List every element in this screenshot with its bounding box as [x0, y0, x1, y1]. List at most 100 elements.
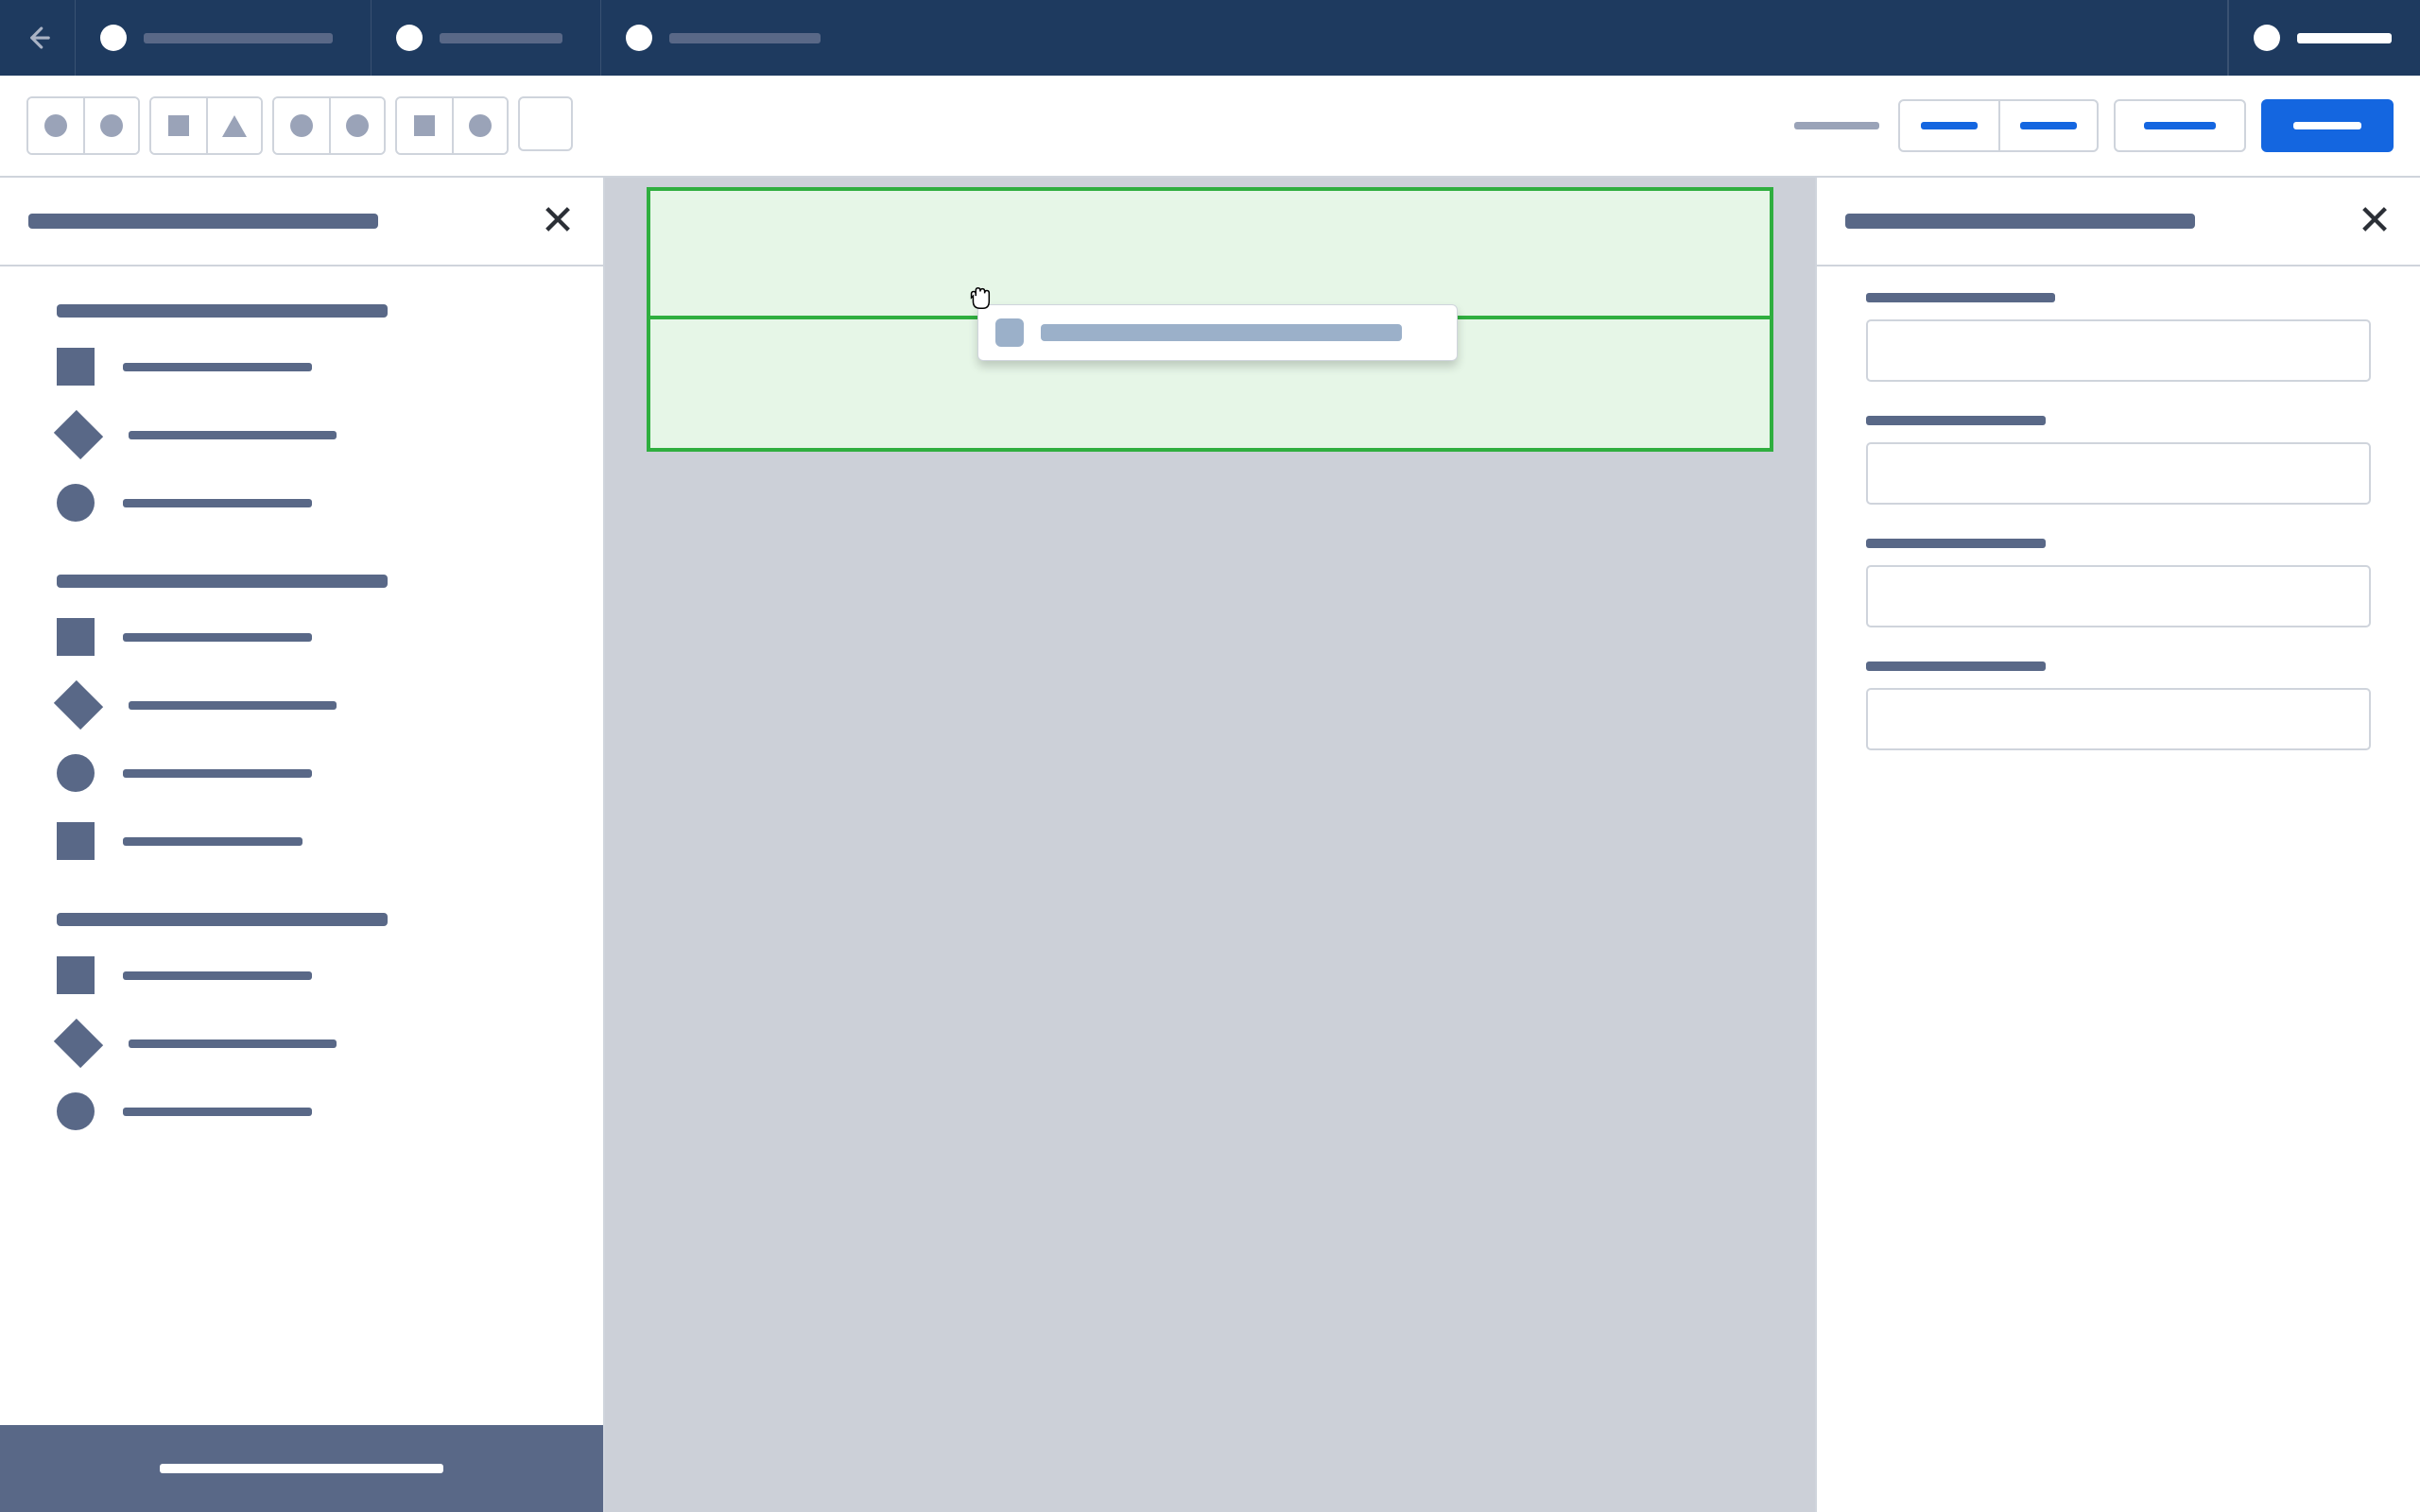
- component-item[interactable]: [57, 754, 554, 792]
- circle-icon: [346, 114, 369, 137]
- seg-label: [1921, 122, 1978, 129]
- footer-label: [160, 1464, 443, 1473]
- circle-icon: [57, 1092, 95, 1130]
- toolbar: [0, 76, 2420, 178]
- component-item[interactable]: [57, 416, 554, 454]
- property-field: [1866, 416, 2371, 505]
- seg-option-2[interactable]: [1998, 101, 2097, 150]
- tool-circle-1[interactable]: [28, 98, 83, 153]
- section-heading: [57, 304, 388, 318]
- component-label: [123, 499, 312, 507]
- square-icon: [414, 115, 435, 136]
- component-label: [1041, 324, 1402, 341]
- tab-status-icon: [626, 25, 652, 51]
- component-label: [123, 837, 302, 846]
- canvas[interactable]: [605, 178, 1815, 1512]
- component-label: [129, 1040, 337, 1048]
- component-item[interactable]: [57, 618, 554, 656]
- status-text: [1794, 122, 1879, 129]
- property-field: [1866, 539, 2371, 627]
- main-area: ✕: [0, 178, 2420, 1512]
- properties-panel: ✕: [1815, 178, 2420, 1512]
- top-nav-bar: [0, 0, 2420, 76]
- component-item[interactable]: [57, 686, 554, 724]
- triangle-icon: [222, 115, 247, 137]
- square-icon: [57, 348, 95, 386]
- section-heading: [57, 913, 388, 926]
- nav-tab-account[interactable]: [2228, 0, 2420, 76]
- component-item[interactable]: [57, 956, 554, 994]
- component-label: [129, 431, 337, 439]
- tool-square-1[interactable]: [151, 98, 206, 153]
- tool-square-2[interactable]: [397, 98, 452, 153]
- component-item[interactable]: [57, 822, 554, 860]
- nav-tab-2[interactable]: [372, 0, 601, 76]
- seg-label: [2020, 122, 2077, 129]
- components-panel-header: ✕: [0, 178, 603, 266]
- tab-status-icon: [100, 25, 127, 51]
- close-icon[interactable]: ✕: [541, 204, 575, 238]
- tab-label: [2297, 33, 2392, 43]
- field-input[interactable]: [1866, 442, 2371, 505]
- diamond-icon: [54, 410, 103, 459]
- field-input[interactable]: [1866, 319, 2371, 382]
- properties-panel-header: ✕: [1817, 178, 2420, 266]
- component-item[interactable]: [57, 1024, 554, 1062]
- seg-option-1[interactable]: [1900, 101, 1998, 150]
- close-icon[interactable]: ✕: [2358, 204, 2392, 238]
- dropzone-slot-top[interactable]: [650, 191, 1770, 319]
- tab-label: [669, 33, 821, 43]
- component-item[interactable]: [57, 1092, 554, 1130]
- tool-circle-3[interactable]: [274, 98, 329, 153]
- field-input[interactable]: [1866, 688, 2371, 750]
- circle-icon: [469, 114, 492, 137]
- component-item[interactable]: [57, 484, 554, 522]
- panel-footer-button[interactable]: [0, 1425, 603, 1512]
- canvas-page[interactable]: [647, 187, 1773, 1512]
- primary-button[interactable]: [2261, 99, 2394, 152]
- square-icon: [168, 115, 189, 136]
- back-button[interactable]: [0, 0, 76, 76]
- component-label: [123, 633, 312, 642]
- nav-tab-3[interactable]: [601, 0, 2228, 76]
- tool-single-1[interactable]: [518, 96, 573, 151]
- tool-triangle-1[interactable]: [206, 98, 261, 153]
- avatar-icon: [2254, 25, 2280, 51]
- circle-icon: [290, 114, 313, 137]
- component-label: [123, 971, 312, 980]
- field-label: [1866, 416, 2046, 425]
- dragging-component[interactable]: [977, 304, 1458, 361]
- tool-pair-2: [149, 96, 263, 155]
- circle-icon: [57, 484, 95, 522]
- component-label: [123, 1108, 312, 1116]
- field-input[interactable]: [1866, 565, 2371, 627]
- component-icon: [995, 318, 1024, 347]
- square-icon: [57, 822, 95, 860]
- toolbar-right: [1794, 99, 2394, 152]
- tool-circle-2[interactable]: [83, 98, 138, 153]
- field-label: [1866, 539, 2046, 548]
- button-label: [2293, 122, 2361, 129]
- grab-cursor-icon: [965, 284, 994, 312]
- square-icon: [57, 956, 95, 994]
- tab-label: [144, 33, 333, 43]
- circle-icon: [57, 754, 95, 792]
- components-panel: ✕: [0, 178, 605, 1512]
- tool-pair-1: [26, 96, 140, 155]
- circle-icon: [100, 114, 123, 137]
- component-item[interactable]: [57, 348, 554, 386]
- property-field: [1866, 293, 2371, 382]
- panel-title: [28, 214, 378, 229]
- properties-form: [1817, 266, 2420, 811]
- tool-circle-4[interactable]: [329, 98, 384, 153]
- field-label: [1866, 293, 2055, 302]
- tool-pair-4: [395, 96, 509, 155]
- nav-tab-1[interactable]: [76, 0, 372, 76]
- tool-pair-3: [272, 96, 386, 155]
- secondary-button[interactable]: [2114, 99, 2246, 152]
- tool-group: [26, 96, 573, 155]
- diamond-icon: [54, 680, 103, 730]
- tool-circle-5[interactable]: [452, 98, 507, 153]
- circle-icon: [44, 114, 67, 137]
- property-field: [1866, 662, 2371, 750]
